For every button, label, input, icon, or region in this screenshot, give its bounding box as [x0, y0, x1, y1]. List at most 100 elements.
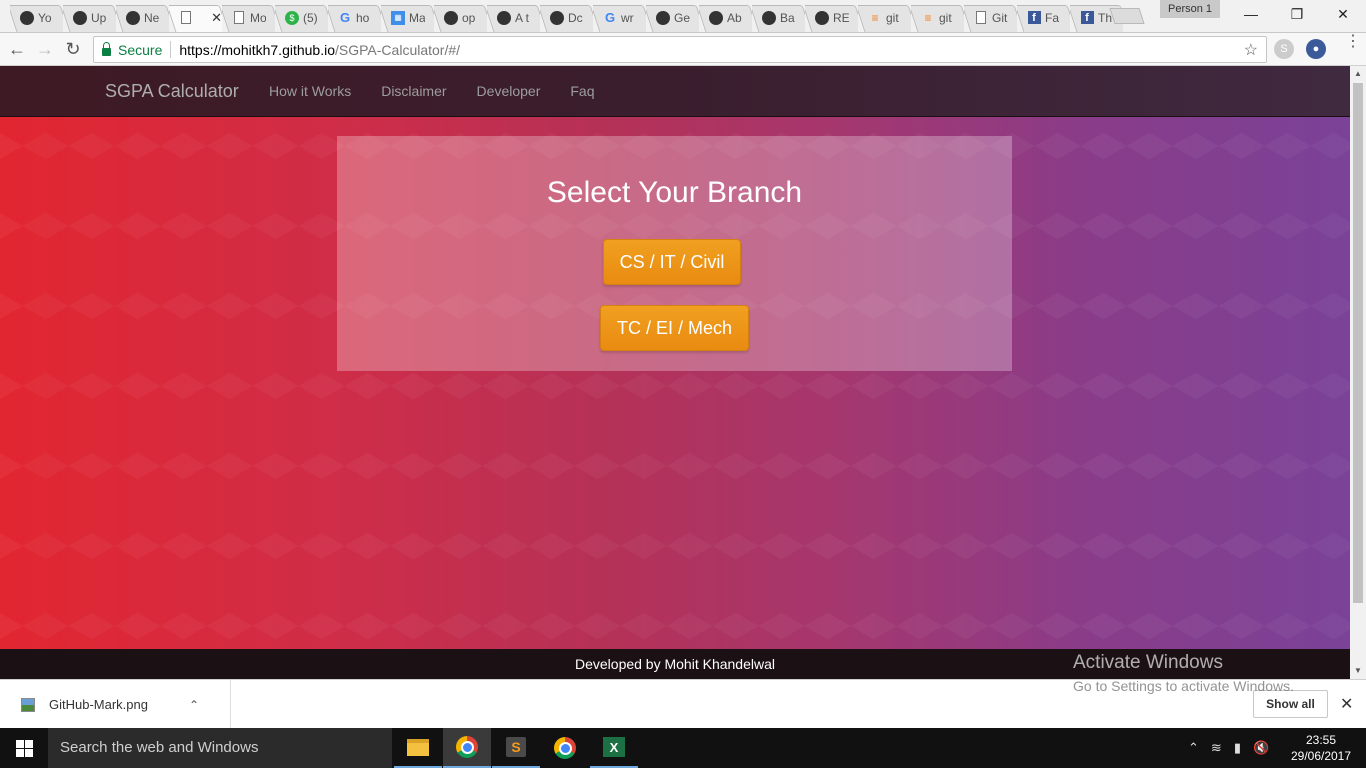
- page-icon: [974, 11, 988, 25]
- browser-tab[interactable]: ≡ git: [858, 3, 911, 32]
- skype-extension-icon[interactable]: S: [1274, 39, 1294, 59]
- browser-tab[interactable]: f Fa: [1017, 3, 1070, 32]
- reload-button[interactable]: ↻: [62, 38, 84, 60]
- browser-tab[interactable]: $ (5): [275, 3, 328, 32]
- browser-tab[interactable]: Up: [63, 3, 116, 32]
- profile-button[interactable]: Person 1: [1160, 0, 1220, 18]
- tab-list: Yo Up Ne ✕ Mo $ (5) Gho ▦ Ma op A t Dc Gwr Ge Ab Ba RE ≡ gi…: [10, 3, 1123, 33]
- github-icon: [126, 10, 140, 25]
- taskbar-sublime[interactable]: S: [492, 728, 540, 768]
- battery-icon[interactable]: ▮: [1234, 740, 1241, 756]
- windows-taskbar: Search the web and Windows S X ⌃ ≋ ▮ 🔇 2…: [0, 728, 1366, 768]
- branch-panel: Select Your Branch CS / IT / Civil TC / …: [337, 136, 1012, 371]
- tab-title: RE: [833, 10, 849, 25]
- nav-disclaimer[interactable]: Disclaimer: [381, 83, 446, 99]
- divider: [170, 41, 172, 58]
- tab-title: Ba: [780, 10, 795, 25]
- browser-tab[interactable]: ≡ git: [911, 3, 964, 32]
- site-brand[interactable]: SGPA Calculator: [105, 81, 239, 102]
- tab-title: op: [462, 10, 476, 25]
- github-icon: [709, 10, 723, 25]
- account-icon[interactable]: ●: [1306, 39, 1326, 59]
- browser-tab[interactable]: A t: [487, 3, 540, 32]
- browser-tab[interactable]: Dc: [540, 3, 593, 32]
- taskbar-chrome-active[interactable]: [443, 728, 491, 768]
- stackoverflow-icon: ≡: [924, 10, 932, 25]
- github-icon: [762, 10, 776, 25]
- nav-faq[interactable]: Faq: [570, 83, 594, 99]
- browser-tab[interactable]: Mo: [222, 3, 275, 32]
- browser-tab[interactable]: Ba: [752, 3, 805, 32]
- browser-tab[interactable]: RE: [805, 3, 858, 32]
- tab-title: Fa: [1045, 10, 1060, 25]
- taskbar-excel[interactable]: X: [590, 728, 638, 768]
- page-scrollbar[interactable]: ▲ ▼: [1350, 66, 1366, 679]
- browser-tab[interactable]: Gho: [328, 3, 381, 32]
- tab-title: Yo: [38, 10, 52, 25]
- show-all-button[interactable]: Show all: [1253, 690, 1328, 718]
- dollar-icon: $: [285, 10, 299, 25]
- tab-title: Ne: [144, 10, 160, 25]
- browser-tab[interactable]: Ge: [646, 3, 699, 32]
- tab-close-icon[interactable]: ✕: [211, 10, 222, 26]
- facebook-icon: f: [1027, 11, 1041, 25]
- tab-title: git: [886, 10, 899, 25]
- github-icon: [497, 10, 511, 25]
- excel-icon: X: [603, 737, 625, 757]
- restore-button[interactable]: ❐: [1274, 0, 1320, 28]
- new-tab-button[interactable]: [1109, 8, 1145, 24]
- volume-muted-icon[interactable]: 🔇: [1253, 740, 1269, 756]
- bookmark-star-icon[interactable]: ☆: [1244, 40, 1258, 60]
- url-host: https://mohitkh7.github.io: [179, 41, 336, 58]
- scroll-down-arrow-icon[interactable]: ▼: [1350, 663, 1366, 679]
- back-button[interactable]: ←: [6, 38, 28, 60]
- scroll-up-arrow-icon[interactable]: ▲: [1350, 66, 1366, 82]
- google-icon: G: [339, 10, 351, 25]
- browser-tab[interactable]: Gwr: [593, 3, 646, 32]
- branch-tc-ei-mech-button[interactable]: TC / EI / Mech: [600, 305, 749, 351]
- browser-tab[interactable]: Ab: [699, 3, 752, 32]
- tab-title: Ge: [674, 10, 690, 25]
- taskbar-file-explorer[interactable]: [394, 728, 442, 768]
- tab-title: wr: [621, 10, 634, 25]
- browser-tab[interactable]: ▦ Ma: [381, 3, 434, 32]
- tab-active[interactable]: ✕: [169, 3, 222, 32]
- nav-developer[interactable]: Developer: [477, 83, 541, 99]
- browser-tab[interactable]: Ne: [116, 3, 169, 32]
- menu-icon[interactable]: ⋮: [1345, 34, 1361, 50]
- google-icon: G: [604, 10, 616, 25]
- taskbar-search[interactable]: Search the web and Windows: [48, 728, 392, 768]
- nav-how-it-works[interactable]: How it Works: [269, 83, 351, 99]
- taskbar-chrome[interactable]: [541, 728, 589, 768]
- folder-icon: [407, 738, 429, 756]
- github-icon: [444, 10, 458, 25]
- tab-title: Mo: [250, 10, 266, 25]
- close-icon[interactable]: ✕: [1340, 694, 1353, 714]
- forward-button[interactable]: →: [34, 38, 56, 60]
- download-filename: GitHub-Mark.png: [49, 697, 148, 712]
- tray-expand-icon[interactable]: ⌃: [1188, 740, 1199, 756]
- page-icon: [179, 11, 193, 25]
- secure-label: Secure: [118, 41, 163, 58]
- windows-logo-icon: [15, 739, 33, 757]
- chrome-icon: [554, 737, 576, 759]
- system-clock[interactable]: 23:55 29/06/2017: [1286, 732, 1356, 764]
- download-item[interactable]: GitHub-Mark.png ⌃: [0, 680, 231, 729]
- watermark-title: Activate Windows: [1073, 652, 1223, 673]
- scroll-thumb[interactable]: [1353, 83, 1363, 603]
- sublime-text-icon: S: [506, 737, 526, 757]
- browser-tab[interactable]: op: [434, 3, 487, 32]
- tab-title: Up: [91, 10, 107, 25]
- github-icon: [815, 10, 829, 25]
- github-icon: [550, 10, 564, 25]
- network-icon[interactable]: ≋: [1211, 740, 1222, 756]
- close-window-button[interactable]: ✕: [1320, 0, 1366, 28]
- address-bar[interactable]: Secure https://mohitkh7.github.io/SGPA-C…: [93, 36, 1267, 63]
- browser-tab[interactable]: Yo: [10, 3, 63, 32]
- tab-title: git: [939, 10, 952, 25]
- branch-cs-it-civil-button[interactable]: CS / IT / Civil: [603, 239, 741, 285]
- minimize-button[interactable]: —: [1228, 0, 1274, 28]
- browser-tab[interactable]: Git: [964, 3, 1017, 32]
- start-button[interactable]: [0, 728, 48, 768]
- chevron-up-icon[interactable]: ⌃: [189, 698, 199, 712]
